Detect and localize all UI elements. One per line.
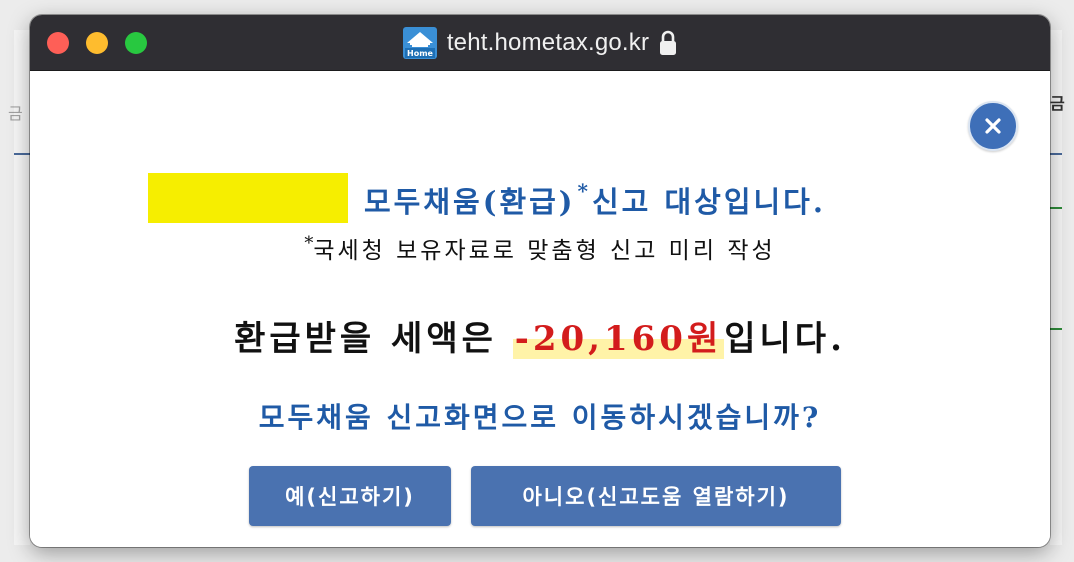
note-text: 국세청 보유자료로 맞춤형 신고 미리 작성 bbox=[313, 238, 776, 264]
yes-file-button[interactable]: 예(신고하기) bbox=[249, 466, 451, 526]
note-asterisk: * bbox=[304, 233, 314, 254]
background-divider bbox=[14, 153, 30, 155]
redacted-name bbox=[148, 173, 348, 223]
svg-text:Home: Home bbox=[407, 49, 434, 58]
background-text-fragment: 금 bbox=[8, 104, 23, 123]
background-text-fragment: 금 bbox=[1050, 94, 1065, 113]
background-divider bbox=[1050, 153, 1062, 155]
move-question: 모두채움 신고화면으로 이동하시겠습니까? bbox=[258, 401, 822, 434]
refund-amount-line: 환급받을 세액은 -20,160원입니다. bbox=[30, 311, 1050, 360]
no-view-help-button[interactable]: 아니오(신고도움 열람하기) bbox=[471, 466, 841, 526]
lock-icon bbox=[660, 30, 677, 55]
target-suffix: 신고 대상입니다. bbox=[592, 185, 826, 219]
refund-amount: -20,160원 bbox=[512, 319, 725, 359]
target-line: 모두채움(환급) * 신고 대상입니다. bbox=[148, 173, 826, 223]
window-titlebar: Home teht.hometax.go.kr bbox=[30, 15, 1050, 71]
dialog-close-button[interactable] bbox=[968, 101, 1018, 151]
target-type: 모두채움(환급) bbox=[364, 185, 576, 219]
refund-suffix: 입니다. bbox=[724, 319, 846, 359]
background-divider bbox=[1050, 328, 1062, 330]
refund-prefix: 환급받을 세액은 bbox=[234, 319, 513, 359]
target-notice: 모두채움(환급) * 신고 대상입니다. bbox=[364, 179, 826, 221]
hometax-house-icon: Home bbox=[402, 26, 437, 59]
window-url: teht.hometax.go.kr bbox=[446, 28, 650, 56]
popup-window: Home teht.hometax.go.kr 모두채움(환급) * 신고 대상입니… bbox=[30, 15, 1050, 547]
close-icon bbox=[985, 118, 1001, 134]
background-divider bbox=[1050, 207, 1062, 209]
target-asterisk: * bbox=[577, 179, 588, 203]
dialog-content: 모두채움(환급) * 신고 대상입니다. *국세청 보유자료로 맞춤형 신고 미리 … bbox=[30, 71, 1050, 547]
prefill-note: *국세청 보유자료로 맞춤형 신고 미리 작성 bbox=[30, 231, 1050, 265]
